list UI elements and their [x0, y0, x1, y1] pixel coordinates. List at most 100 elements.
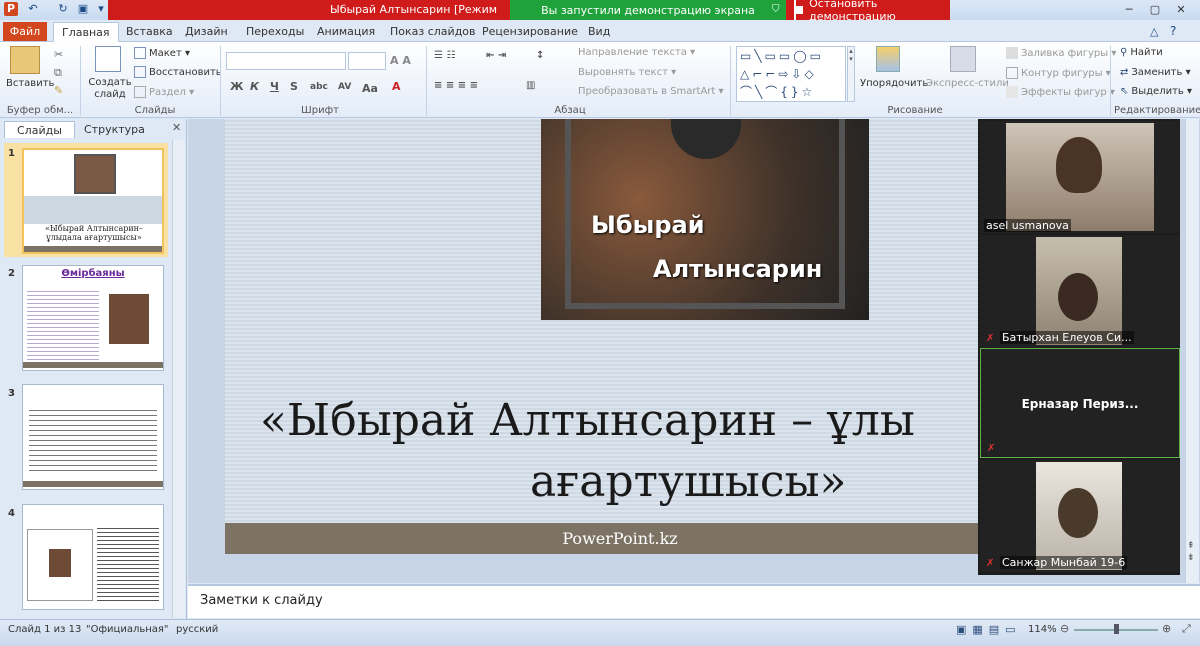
smartart-button[interactable]: Преобразовать в SmartArt ▾	[578, 86, 724, 97]
find-button[interactable]: ⚲ Найти	[1120, 47, 1163, 58]
line-spacing-icon[interactable]: ↕	[536, 50, 544, 61]
new-slide-button[interactable]: Создать слайд	[88, 77, 132, 101]
format-painter-icon[interactable]: ✎	[54, 84, 63, 97]
zoom-in-icon[interactable]: ⊕	[1162, 622, 1171, 635]
align-icons[interactable]: ≡ ≡ ≡ ≡	[434, 80, 478, 91]
participant-tile[interactable]: Ерназар Периз... ✗	[980, 348, 1180, 458]
language-indicator[interactable]: русский	[176, 624, 218, 635]
reset-button[interactable]: Восстановить	[134, 66, 222, 78]
arrange-button[interactable]: Упорядочить	[860, 78, 928, 89]
zoom-slider-handle[interactable]	[1114, 624, 1119, 634]
cut-icon[interactable]: ✂	[54, 48, 63, 61]
tab-design[interactable]: Дизайн	[177, 22, 236, 42]
text-direction-label: Направление текста	[578, 47, 687, 58]
tab-view[interactable]: Вид	[580, 22, 618, 42]
quick-styles-icon[interactable]	[950, 46, 976, 72]
text-direction-button[interactable]: Направление текста ▾	[578, 47, 695, 58]
section-button[interactable]: Раздел ▾	[134, 86, 194, 98]
tab-slideshow[interactable]: Показ слайдов	[382, 22, 484, 42]
participant-tile[interactable]: ✗ Санжар Мынбай 19-6	[980, 460, 1180, 572]
separator	[80, 46, 81, 116]
bullets-icon[interactable]: ☰ ☷	[434, 50, 455, 61]
font-color-icon[interactable]: A	[392, 80, 401, 93]
tab-transitions[interactable]: Переходы	[238, 22, 312, 42]
tab-animations[interactable]: Анимация	[309, 22, 383, 42]
font-name-input[interactable]	[226, 52, 346, 70]
grow-font-icon[interactable]: A A	[390, 54, 411, 67]
shapes-scroll[interactable]: ▴ ▾	[847, 46, 855, 102]
shape-effects-button[interactable]: Эффекты фигур ▾	[1006, 86, 1115, 98]
slide-title-line2[interactable]: ағартушысы»	[530, 456, 846, 507]
copy-icon[interactable]: ⧉	[54, 66, 62, 80]
slide-portrait[interactable]: Ыбырай Алтынсарин	[541, 119, 869, 320]
thumb-text	[27, 290, 99, 360]
help-icon[interactable]: ?	[1170, 24, 1176, 38]
italic-icon[interactable]: К	[250, 80, 259, 93]
shape-fill-button[interactable]: Заливка фигуры ▾	[1006, 47, 1116, 59]
slide-thumbnail[interactable]	[22, 384, 164, 490]
notes-placeholder[interactable]: Заметки к слайду	[200, 593, 323, 608]
thumb-band	[24, 196, 162, 224]
slide-title[interactable]: «Ыбырай Алтынсарин – ұлы	[260, 395, 1020, 446]
theme-name[interactable]: "Официальная"	[86, 624, 169, 635]
slide-thumbnail[interactable]: «Ыбырай Алтынсарин– ұлыдала ағартушысы»	[22, 148, 164, 254]
notes-pane[interactable]	[188, 584, 1200, 618]
tab-outline[interactable]: Структура	[72, 121, 157, 138]
drawing-group-label: Рисование	[887, 105, 943, 116]
quick-styles-button[interactable]: Экспресс-стили	[926, 78, 1009, 89]
indent-icon[interactable]: ⇤ ⇥	[486, 50, 506, 61]
tab-review[interactable]: Рецензирование	[474, 22, 586, 42]
tab-home[interactable]: Главная	[53, 22, 119, 42]
select-label: Выделить	[1131, 86, 1184, 97]
select-button[interactable]: ⇖ Выделить ▾	[1120, 86, 1192, 97]
tab-file[interactable]: Файл	[3, 22, 47, 41]
participant-name: Санжар Мынбай 19-6	[1000, 556, 1128, 569]
shadow-icon[interactable]: S	[290, 80, 298, 93]
align-text-button[interactable]: Выровнять текст ▾	[578, 67, 676, 78]
paste-icon[interactable]	[10, 46, 40, 74]
slide-thumbnail[interactable]	[22, 504, 164, 610]
close-button[interactable]: ✕	[1168, 2, 1194, 18]
participant-tile[interactable]: asel usmanova	[980, 121, 1180, 233]
undo-icon[interactable]: ↶	[26, 2, 40, 16]
shape-outline-button[interactable]: Контур фигуры ▾	[1006, 67, 1111, 79]
bold-icon[interactable]: Ж	[230, 80, 243, 93]
layout-label: Макет	[149, 48, 182, 59]
fit-to-window-icon[interactable]: ⤢	[1182, 622, 1191, 636]
arrange-icon[interactable]	[876, 46, 900, 72]
slide-thumbnail[interactable]: Өмірбаяны	[22, 265, 164, 371]
font-size-input[interactable]	[348, 52, 386, 70]
participant-tile[interactable]: ✗ Батырхан Елеуов Си...	[980, 235, 1180, 347]
redo-icon[interactable]: ↻	[56, 2, 70, 16]
qat-menu-icon[interactable]: ▾	[94, 2, 108, 16]
slideshow-icon[interactable]: ▣	[76, 2, 90, 16]
shape-outline-label: Контур фигуры	[1021, 68, 1103, 79]
case-icon[interactable]: Aa	[362, 82, 378, 95]
tab-insert[interactable]: Вставка	[118, 22, 181, 42]
slides-pane-scrollbar[interactable]	[172, 140, 185, 618]
layout-button[interactable]: Макет ▾	[134, 47, 190, 59]
view-buttons[interactable]: ▣▦▤▭	[956, 623, 1022, 636]
zoom-level[interactable]: 114%	[1028, 624, 1057, 635]
new-slide-icon[interactable]	[95, 46, 121, 72]
spacing-icon[interactable]: AV	[338, 82, 351, 92]
scroll-page-arrows[interactable]: ⇞ ⇟	[1187, 540, 1195, 564]
strikethrough-icon[interactable]: abc	[310, 82, 328, 92]
tab-slides[interactable]: Слайды	[4, 121, 75, 138]
minimize-button[interactable]: ─	[1116, 2, 1142, 18]
zoom-out-icon[interactable]: ⊖	[1060, 622, 1069, 635]
thumb-number: 1	[8, 148, 15, 159]
paste-button[interactable]: Вставить	[6, 78, 54, 89]
close-pane-icon[interactable]: ✕	[172, 121, 181, 134]
collapse-ribbon-icon[interactable]: △	[1150, 25, 1158, 38]
stop-share-button[interactable]: Остановить демонстрацию	[794, 0, 950, 23]
replace-button[interactable]: ⇄ Заменить ▾	[1120, 67, 1191, 78]
participant-video	[1036, 462, 1122, 570]
underline-icon[interactable]: Ч	[270, 80, 279, 93]
maximize-button[interactable]: ▢	[1142, 2, 1168, 18]
columns-icon[interactable]: ▥	[526, 80, 535, 91]
thumb-text	[29, 407, 157, 471]
shapes-gallery[interactable]: ▭╲▭▭◯▭ △⌐⌐⇨⇩◇ ⌒╲⌒{}☆	[736, 46, 846, 102]
slide-scrollbar[interactable]	[1185, 119, 1199, 583]
app-icon[interactable]: P	[4, 2, 18, 16]
